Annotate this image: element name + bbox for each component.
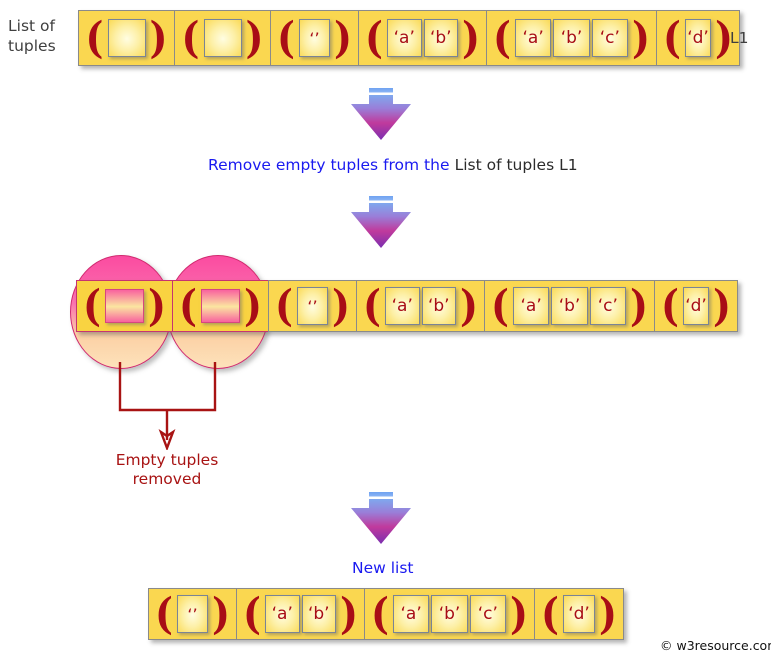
tuple-element: ‘d’ — [684, 19, 712, 57]
list-of-tuples-label-text: List of tuples — [8, 17, 56, 55]
tuple-cell-highlighted: ( ) — [172, 280, 268, 332]
open-paren-icon: ( — [85, 12, 104, 63]
callout-text-line2: removed — [132, 470, 202, 488]
down-arrow-svg — [351, 196, 411, 248]
close-paren-icon: ) — [244, 280, 262, 331]
open-paren-icon: ( — [663, 12, 681, 63]
tuple-element: ‘a’ — [512, 287, 550, 325]
down-arrow-icon-2 — [349, 196, 413, 255]
tuple-element: ‘b’ — [423, 19, 459, 57]
tuple-element: ‘’ — [296, 287, 329, 325]
tuple-cell: ( ‘a’ ‘b’ ‘c’ ) — [484, 280, 654, 332]
tuple-cell-highlighted: ( ) — [76, 280, 172, 332]
new-list-label-text: New list — [352, 559, 414, 577]
close-paren-icon: ) — [245, 12, 264, 63]
tuple-cell: ( ‘’ ) — [148, 588, 236, 640]
new-list-bar: ( ‘’ ) ( ‘a’ ‘b’ ) ( ‘a’ ‘b’ ‘c’ ) ( ‘d’… — [148, 588, 624, 640]
tuple-cell: ( ‘d’ ) — [534, 588, 624, 640]
tuple-cell: ( ‘d’ ) — [654, 280, 738, 332]
tuple-element: ‘a’ — [386, 19, 422, 57]
tuple-cell: ( ‘’ ) — [268, 280, 356, 332]
close-paren-icon: ) — [149, 12, 168, 63]
tuple-element: ‘a’ — [392, 595, 430, 633]
list-of-tuples-label: List of tuples — [8, 16, 74, 56]
open-paren-icon: ( — [243, 588, 261, 639]
tuple-element: ‘b’ — [421, 287, 457, 325]
close-paren-icon: ) — [212, 588, 230, 639]
close-paren-icon: ) — [334, 12, 352, 63]
open-paren-icon: ( — [541, 588, 559, 639]
down-arrow-svg — [351, 492, 411, 544]
tuple-cell: ( ‘d’ ) — [656, 10, 740, 66]
tuple-element: ‘b’ — [551, 287, 588, 325]
highlighted-list-bar: ( ) ( ) ( ‘’ ) ( ‘a’ ‘b’ ) ( ‘a’ ‘b’ ‘c’… — [76, 280, 738, 332]
callout-connector — [118, 362, 217, 450]
close-paren-icon: ) — [599, 588, 617, 639]
close-paren-icon: ) — [462, 12, 480, 63]
close-paren-icon: ) — [510, 588, 528, 639]
original-list-name: L1 — [730, 28, 749, 48]
open-paren-icon: ( — [661, 280, 679, 331]
watermark-text: © w3resource.com — [660, 638, 771, 653]
callout-text-line1: Empty tuples — [115, 451, 219, 469]
tuple-cell: ( ‘a’ ‘b’ ) — [236, 588, 364, 640]
tuple-element: ‘c’ — [469, 595, 507, 633]
tuple-cell: ( ) — [174, 10, 270, 66]
tuple-cell: ( ) — [78, 10, 174, 66]
step-description-black: List of tuples L1 — [454, 156, 578, 174]
tuple-element: ‘c’ — [589, 287, 627, 325]
watermark: © w3resource.com — [660, 638, 771, 653]
open-paren-icon: ( — [493, 12, 511, 63]
original-list-bar: ( ) ( ) ( ‘’ ) ( ‘a’ ‘b’ ) ( ‘a’ ‘b’ ‘c’… — [78, 10, 740, 66]
tuple-element: ‘b’ — [301, 595, 337, 633]
down-arrow-svg — [351, 88, 411, 140]
open-paren-icon: ( — [277, 12, 295, 63]
tuple-element: ‘d’ — [562, 595, 596, 633]
tuple-element: ‘d’ — [682, 287, 710, 325]
open-paren-icon: ( — [155, 588, 173, 639]
open-paren-icon: ( — [371, 588, 389, 639]
open-paren-icon: ( — [179, 280, 197, 331]
tuple-element — [200, 289, 241, 323]
new-list-label: New list — [352, 558, 414, 578]
close-paren-icon: ) — [460, 280, 478, 331]
open-paren-icon: ( — [275, 280, 293, 331]
step-description-blue: Remove empty tuples from the — [208, 156, 450, 174]
tuple-cell: ( ‘’ ) — [270, 10, 358, 66]
tuple-element — [203, 19, 242, 57]
callout-text: Empty tuples removed — [92, 451, 242, 489]
close-paren-icon: ) — [340, 588, 358, 639]
tuple-cell: ( ‘a’ ‘b’ ) — [358, 10, 486, 66]
tuple-element — [104, 289, 145, 323]
original-list-name-text: L1 — [730, 29, 749, 47]
tuple-element — [107, 19, 146, 57]
down-arrow-icon-1 — [349, 88, 413, 147]
tuple-element: ‘’ — [176, 595, 209, 633]
open-paren-icon: ( — [363, 280, 381, 331]
close-paren-icon: ) — [630, 280, 648, 331]
open-paren-icon: ( — [83, 280, 101, 331]
close-paren-icon: ) — [148, 280, 166, 331]
open-paren-icon: ( — [365, 12, 383, 63]
connector-bracket — [118, 362, 217, 412]
tuple-element: ‘b’ — [431, 595, 468, 633]
close-paren-icon: ) — [713, 280, 731, 331]
close-paren-icon: ) — [332, 280, 350, 331]
open-paren-icon: ( — [491, 280, 509, 331]
tuple-cell: ( ‘a’ ‘b’ ‘c’ ) — [364, 588, 534, 640]
tuple-element: ‘c’ — [591, 19, 629, 57]
close-paren-icon: ) — [632, 12, 650, 63]
down-arrow-icon-3 — [349, 492, 413, 551]
tuple-element: ‘a’ — [264, 595, 300, 633]
tuple-element: ‘a’ — [384, 287, 420, 325]
tuple-element: ‘’ — [298, 19, 331, 57]
tuple-element: ‘a’ — [514, 19, 552, 57]
step-description: Remove empty tuples from the List of tup… — [208, 155, 578, 175]
tuple-cell: ( ‘a’ ‘b’ ‘c’ ) — [486, 10, 656, 66]
open-paren-icon: ( — [181, 12, 200, 63]
tuple-element: ‘b’ — [553, 19, 590, 57]
tuple-cell: ( ‘a’ ‘b’ ) — [356, 280, 484, 332]
